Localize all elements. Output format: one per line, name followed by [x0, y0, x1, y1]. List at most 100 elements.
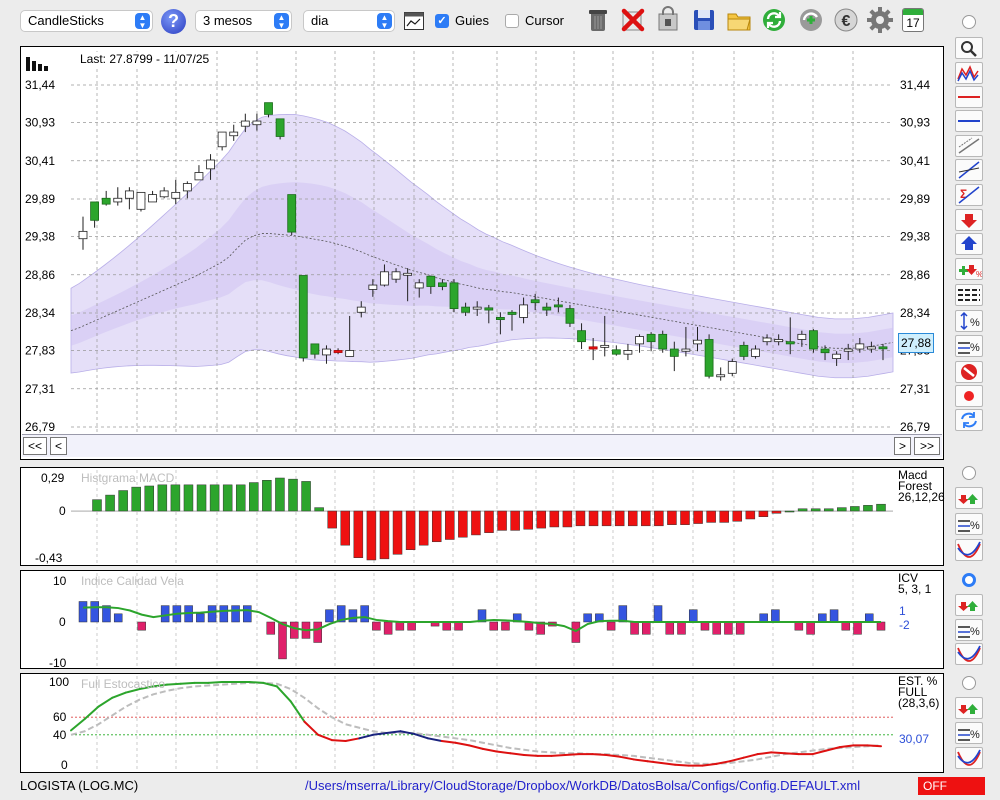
off-toggle-button[interactable]: OFF: [918, 777, 985, 795]
refresh-icon[interactable]: [760, 6, 788, 34]
candle-up-body: [414, 282, 424, 289]
candle: [588, 338, 598, 361]
icv-bar: [642, 621, 651, 635]
icv-bar: [618, 605, 628, 623]
icv-panel-radio[interactable]: [962, 573, 976, 587]
stochastic-fast-segment: [509, 752, 526, 757]
candle: [217, 131, 227, 151]
candle-up-body: [148, 194, 157, 203]
y-tick-right: 27,31: [900, 382, 930, 396]
fibonacci-tool-button[interactable]: Σ: [955, 184, 983, 206]
candle-down-body: [611, 349, 621, 355]
candle: [124, 187, 134, 210]
svg-text:%: %: [970, 520, 980, 532]
delete-icon[interactable]: [619, 6, 647, 34]
y-tick-left: 28,86: [25, 268, 55, 282]
macd-percent-button[interactable]: %: [955, 513, 983, 535]
stochastic-percent-button[interactable]: %: [955, 722, 983, 744]
chart-window-icon[interactable]: [404, 12, 424, 30]
magnifier-icon: [961, 41, 977, 57]
y-tick-label: 0,29: [41, 471, 65, 485]
record-button[interactable]: [955, 385, 983, 407]
icv-bar: [794, 621, 804, 631]
open-folder-icon[interactable]: [725, 6, 753, 34]
macd-bar: [523, 510, 533, 530]
candle-down-body: [669, 348, 679, 357]
scroll-first-button[interactable]: <<: [23, 437, 47, 455]
help-icon[interactable]: ?: [161, 9, 186, 34]
buy-signal-button[interactable]: [955, 233, 983, 255]
macd-bar: [667, 510, 677, 525]
save-icon[interactable]: [690, 6, 718, 34]
macd-panel-radio[interactable]: [962, 466, 976, 480]
euro-icon[interactable]: €: [832, 6, 860, 34]
candle-up-body: [206, 159, 215, 170]
down-arrow-icon: [961, 214, 977, 228]
macd-bar: [850, 506, 860, 512]
percent-lines-button[interactable]: %: [955, 335, 983, 357]
settings-icon[interactable]: [866, 6, 894, 34]
calendar-icon[interactable]: 17: [902, 8, 924, 32]
sell-signal-button[interactable]: [955, 209, 983, 231]
channel-tool-button[interactable]: [955, 135, 983, 157]
icv-percent-button[interactable]: %: [955, 619, 983, 641]
trendline-tool-button[interactable]: [955, 159, 983, 181]
clear-drawings-button[interactable]: [955, 361, 983, 383]
zoom-tool-button[interactable]: [955, 37, 983, 59]
macd-signals-button[interactable]: [955, 487, 983, 509]
percent-lines-icon: %: [958, 626, 980, 638]
candle: [716, 367, 726, 381]
last-price-label: Last: 27.8799 - 11/07/25: [80, 52, 210, 66]
candle: [159, 187, 169, 199]
stochastic-curves-button[interactable]: [955, 747, 983, 769]
stochastic-fast-segment: [248, 681, 265, 684]
update-data-icon[interactable]: [797, 6, 825, 34]
macd-panel: 0,29 0 -0,43 Histgrama MACD Macd Forest 26…: [20, 467, 945, 566]
period-select[interactable]: 3 mesos ▲ ▼: [195, 10, 292, 32]
candle: [275, 118, 285, 140]
icv-bar: [700, 621, 710, 631]
scroll-next-button[interactable]: >: [894, 437, 911, 455]
macd-bar: [209, 484, 220, 512]
candle-down-body: [310, 343, 320, 355]
stochastic-fast-segment: [591, 753, 608, 757]
candle-up-body: [194, 172, 204, 181]
stochastic-title: Full Estocastico: [81, 677, 166, 691]
percent-range-button[interactable]: %: [955, 310, 983, 332]
red-hline-button[interactable]: [955, 86, 983, 108]
stochastic-panel-radio[interactable]: [962, 676, 976, 690]
interval-select[interactable]: dia ▲ ▼: [303, 10, 395, 32]
icv-curves-button[interactable]: [955, 643, 983, 665]
blue-hline-button[interactable]: [955, 110, 983, 132]
config-path-link[interactable]: /Users/mserra/Library/CloudStorage/Dropb…: [305, 778, 860, 793]
stochastic-fast-segment: [179, 681, 196, 685]
stochastic-fast-segment: [440, 739, 457, 744]
icv-bar: [606, 621, 616, 631]
candle-up-body: [229, 131, 239, 137]
icv-signals-button[interactable]: [955, 594, 983, 616]
stochastic-fast-segment: [330, 739, 347, 742]
panel-radio-top[interactable]: [962, 15, 976, 29]
macd-bar: [275, 477, 285, 512]
signals-tool-button[interactable]: %: [955, 258, 983, 280]
sync-button[interactable]: [955, 409, 983, 431]
stochastic-fast-segment: [742, 753, 759, 759]
macd-params: 26,12,26: [898, 490, 945, 504]
chart-type-select[interactable]: CandleSticks ▲ ▼: [20, 10, 153, 32]
signals-arrows-icon: [958, 601, 978, 611]
candlestick-chart[interactable]: 31,44 31,44 30,93 30,93 30,41 30,41 29,89 29,89…: [21, 47, 943, 459]
guides-checkbox[interactable]: ✓: [435, 14, 449, 28]
overlay-tool-button[interactable]: [955, 62, 983, 84]
macd-bar: [327, 510, 337, 529]
stochastic-fast-segment: [468, 744, 484, 750]
cursor-checkbox[interactable]: [505, 14, 519, 28]
trash-icon[interactable]: [584, 6, 612, 34]
lock-icon[interactable]: [654, 6, 682, 34]
stochastic-signals-button[interactable]: [955, 697, 983, 719]
scroll-prev-button[interactable]: <: [50, 437, 67, 455]
icv-bar: [78, 601, 88, 623]
grid-tool-button[interactable]: [955, 284, 983, 306]
scroll-last-button[interactable]: >>: [914, 437, 940, 455]
macd-curves-button[interactable]: [955, 539, 983, 561]
macd-bar: [144, 485, 155, 512]
